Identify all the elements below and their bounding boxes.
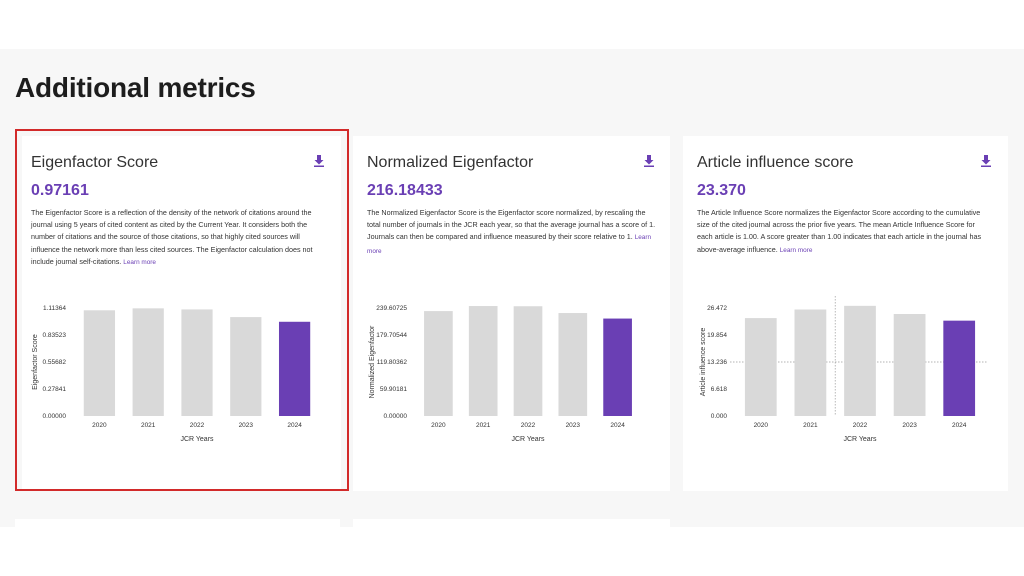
y-tick-label: 0.83523 [43,332,67,339]
card-title: Eigenfactor Score [31,154,159,171]
x-tick-label: 2021 [803,422,818,429]
y-axis-label: Article influence score [700,328,707,397]
bar-2024[interactable] [278,321,311,416]
x-tick-label: 2022 [190,422,205,429]
description-text: The Eigenfactor Score is a reflection of… [31,208,313,266]
card-value: 0.97161 [31,182,89,199]
bar-2023[interactable] [893,314,926,416]
description-text: The Article Influence Score normalizes t… [697,208,982,254]
download-icon[interactable] [314,155,324,167]
y-tick-label: 1.11364 [43,305,66,312]
x-tick-label: 2022 [853,422,868,429]
y-tick-label: 19.854 [707,332,727,339]
bar-2020[interactable] [424,311,453,416]
bar-2021[interactable] [794,309,827,416]
y-tick-label: 119.80362 [377,359,408,366]
x-tick-label: 2020 [754,422,769,429]
y-tick-label: 0.00000 [43,413,67,420]
eigenfactor-chart-svg: 0.00000 0.27841 0.55682 0.83523 1.11364 2020 2… [32,305,311,443]
y-tick-label: 239.60725 [376,305,407,312]
card-description: The Eigenfactor Score is a reflection of… [31,207,327,269]
x-tick-label: 2024 [287,422,302,429]
normalized-eigenfactor-chart: 0.00000 59.90181 119.80362 179.70544 239.607… [353,305,670,466]
next-card-stub [15,519,340,529]
y-tick-label: 59.90181 [380,386,407,393]
normalized-eigenfactor-chart-svg: 0.00000 59.90181 119.80362 179.70544 239.607… [369,305,632,443]
card-value: 216.18433 [367,182,443,199]
card-description: The Article Influence Score normalizes t… [697,207,992,257]
next-card-stub [353,519,670,529]
page-title: Additional metrics [15,72,256,103]
x-axis-label: JCR Years [180,436,214,443]
y-tick-label: 13.236 [707,359,727,366]
bar-2022[interactable] [513,306,543,416]
article-influence-chart: 0.000 6.618 13.236 19.854 26.472 2020 2021 2022… [683,296,1008,466]
card-title: Article influence score [697,154,854,171]
y-tick-label: 6.618 [711,386,728,393]
card-value: 23.370 [697,182,746,199]
y-tick-label: 0.27841 [43,386,67,393]
bar-2020[interactable] [744,318,777,416]
x-axis-label: JCR Years [511,436,545,443]
bar-2023[interactable] [558,313,588,416]
article-influence-card: Article influence score 23.370 The Artic… [683,136,1008,491]
y-tick-label: 0.00000 [384,413,408,420]
eigenfactor-chart: 0.00000 0.27841 0.55682 0.83523 1.11364 2020 2… [22,305,341,466]
bar-2023[interactable] [230,317,262,416]
x-tick-label: 2024 [610,422,625,429]
bar-2021[interactable] [132,308,164,416]
bar-2022[interactable] [844,305,876,416]
x-tick-label: 2023 [902,422,917,429]
card-description: The Normalized Eigenfactor Score is the … [367,207,657,258]
y-tick-label: 0.55682 [43,359,67,366]
x-tick-label: 2021 [476,422,491,429]
bar-2024[interactable] [943,320,976,416]
y-axis-label: Normalized Eigenfactor [369,325,376,398]
download-icon[interactable] [644,155,654,167]
eigenfactor-score-card: Eigenfactor Score 0.97161 The Eigenfacto… [22,136,341,491]
article-influence-chart-svg: 0.000 6.618 13.236 19.854 26.472 2020 2021 2022… [700,296,988,443]
y-tick-label: 26.472 [707,305,727,312]
bar-2021[interactable] [468,306,498,416]
bar-2024[interactable] [603,318,632,416]
y-axis-label: Eigenfactor Score [32,334,39,390]
bar-2020[interactable] [83,310,116,416]
bar-2022[interactable] [181,309,213,416]
learn-more-link[interactable]: Learn more [123,259,156,266]
download-icon[interactable] [981,155,991,167]
y-tick-label: 179.70544 [376,332,407,339]
card-title: Normalized Eigenfactor [367,154,534,171]
description-text: The Normalized Eigenfactor Score is the … [367,208,656,242]
x-tick-label: 2020 [92,422,107,429]
x-tick-label: 2023 [239,422,254,429]
x-tick-label: 2023 [566,422,581,429]
x-axis-label: JCR Years [843,436,877,443]
x-tick-label: 2022 [521,422,536,429]
normalized-eigenfactor-card: Normalized Eigenfactor 216.18433 The Nor… [353,136,670,491]
x-tick-label: 2021 [141,422,156,429]
learn-more-link[interactable]: Learn more [780,247,813,254]
x-tick-label: 2024 [952,422,967,429]
additional-metrics-section: Additional metrics Eigenfactor Score 0.9… [0,49,1024,527]
y-tick-label: 0.000 [711,413,728,420]
x-tick-label: 2020 [431,422,446,429]
